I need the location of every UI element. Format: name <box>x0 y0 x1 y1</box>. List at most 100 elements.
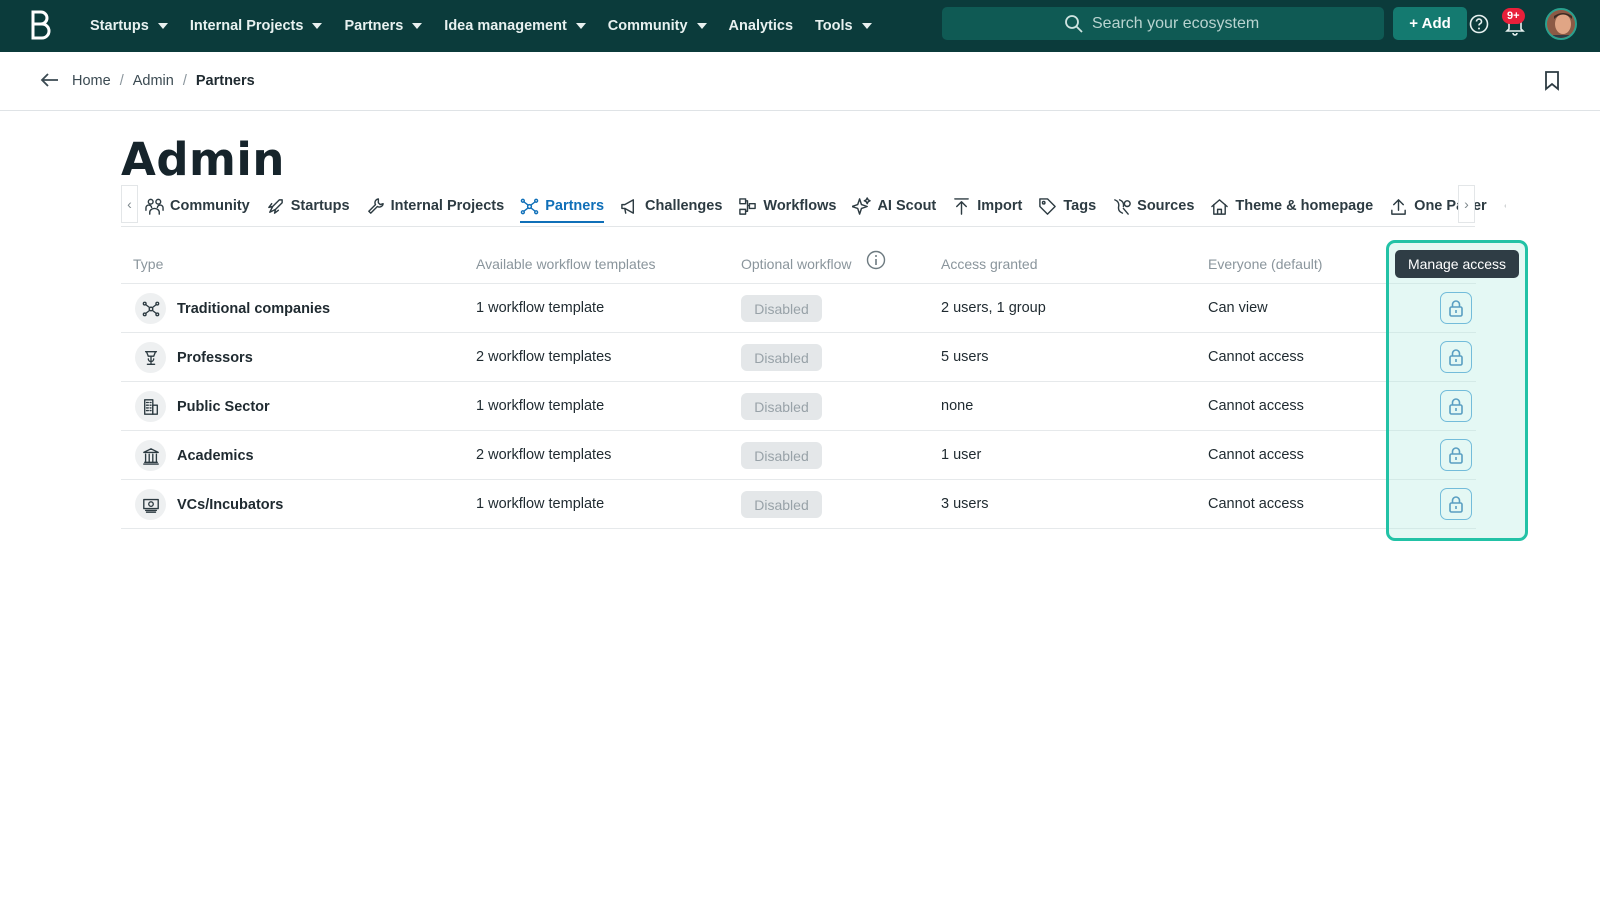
access-granted-cell: 3 users <box>941 496 989 512</box>
type-icon-wrap <box>135 489 166 520</box>
nav-item-label: Idea management <box>444 18 567 34</box>
tab-challenges[interactable]: Challenges <box>620 185 722 227</box>
tab-tags[interactable]: Tags <box>1038 185 1096 227</box>
workflow-icon <box>739 197 757 215</box>
breadcrumb-home[interactable]: Home <box>72 73 111 89</box>
main-nav: Startups Internal Projects Partners Idea ma… <box>90 0 894 52</box>
tab-label: Workflows <box>763 198 837 214</box>
import-icon <box>954 197 970 215</box>
tab-theme-homepage[interactable]: Theme & homepage <box>1210 185 1373 227</box>
info-icon[interactable] <box>866 250 886 270</box>
tab-import[interactable]: Import <box>952 185 1022 227</box>
optional-workflow-pill: Disabled <box>741 442 822 469</box>
tab-startups[interactable]: Startups <box>266 185 350 227</box>
templates-cell: 1 workflow template <box>476 398 605 414</box>
breadcrumb-separator: / <box>182 73 187 89</box>
type-name[interactable]: Public Sector <box>177 399 270 415</box>
page-title: Admin <box>121 133 285 186</box>
top-navigation-bar: Startups Internal Projects Partners Idea ma… <box>0 0 1600 52</box>
sources-icon <box>1114 198 1131 215</box>
nav-item-partners[interactable]: Partners <box>344 18 423 34</box>
tab-ai-scout[interactable]: AI Scout <box>852 185 936 227</box>
breadcrumb-bar: Home / Admin / Partners <box>0 52 1600 111</box>
caret-down-icon <box>312 23 323 29</box>
tab-sources[interactable]: Sources <box>1112 185 1194 227</box>
lectern-icon <box>144 350 157 365</box>
type-name[interactable]: Professors <box>177 350 253 366</box>
breadcrumb-current: Partners <box>195 73 255 89</box>
breadcrumb-admin[interactable]: Admin <box>133 73 174 89</box>
app-logo-icon[interactable] <box>28 9 52 41</box>
tab-partners[interactable]: Partners <box>520 185 604 227</box>
optional-workflow-pill: Disabled <box>741 344 822 371</box>
nav-item-label: Partners <box>344 18 404 34</box>
header-templates: Available workflow templates <box>476 256 656 272</box>
tab-workflows[interactable]: Workflows <box>738 185 836 227</box>
partial-tab-icon <box>1504 204 1506 208</box>
type-icon-wrap <box>135 440 166 471</box>
nav-item-tools[interactable]: Tools <box>815 18 872 34</box>
caret-down-icon <box>696 23 707 29</box>
wrench-icon <box>367 197 384 214</box>
caret-down-icon <box>861 23 872 29</box>
type-icon-wrap <box>135 342 166 373</box>
everyone-default-cell: Can view <box>1208 300 1268 316</box>
user-avatar[interactable] <box>1545 8 1577 40</box>
tab-internal-projects[interactable]: Internal Projects <box>366 185 504 227</box>
tab-community[interactable]: Community <box>145 185 250 227</box>
nav-item-label: Tools <box>815 18 853 34</box>
type-name[interactable]: Traditional companies <box>177 301 330 317</box>
tab-overflow-partial[interactable] <box>1503 185 1513 227</box>
tab-scroll-right-button[interactable]: › <box>1458 185 1475 223</box>
tab-label: Theme & homepage <box>1235 198 1374 214</box>
nav-item-label: Analytics <box>728 18 794 34</box>
tab-scroll-left-button[interactable]: ‹ <box>121 185 138 223</box>
optional-workflow-pill: Disabled <box>741 491 822 518</box>
access-granted-cell: 5 users <box>941 349 989 365</box>
type-cell: Professors <box>135 342 253 373</box>
optional-workflow-pill: Disabled <box>741 295 822 322</box>
building-icon <box>143 398 158 415</box>
header-optional-workflow: Optional workflow <box>741 256 852 272</box>
header-type: Type <box>133 256 164 272</box>
nav-item-idea-management[interactable]: Idea management <box>444 18 586 34</box>
bookmark-icon[interactable] <box>1544 71 1560 91</box>
search-icon <box>1065 15 1083 33</box>
table-row[interactable]: VCs/Incubators 1 workflow template Disable… <box>121 480 1476 529</box>
search-input[interactable] <box>1092 14 1372 33</box>
type-icon-wrap <box>135 293 166 324</box>
upload-icon <box>1391 198 1407 215</box>
type-name[interactable]: Academics <box>177 448 254 464</box>
type-name[interactable]: VCs/Incubators <box>177 497 283 513</box>
table-body: Traditional companies 1 workflow template… <box>121 284 1476 529</box>
add-button[interactable]: + Add <box>1393 7 1467 40</box>
table-row[interactable]: Traditional companies 1 workflow template… <box>121 284 1476 333</box>
tab-label: Community <box>170 198 250 214</box>
chevron-right-icon: › <box>1464 196 1469 212</box>
admin-tab-strip: ‹ Community Startups Internal Projects Part… <box>121 185 1506 227</box>
tag-icon <box>1039 197 1057 215</box>
breadcrumb: Home / Admin / Partners <box>72 73 255 89</box>
nav-item-label: Internal Projects <box>189 18 304 34</box>
manage-access-tooltip: Manage access <box>1395 250 1519 278</box>
access-granted-cell: 1 user <box>941 447 982 463</box>
table-row[interactable]: Public Sector 1 workflow template Disabled… <box>121 382 1476 431</box>
optional-workflow-pill: Disabled <box>741 393 822 420</box>
home-icon <box>1211 198 1229 215</box>
back-arrow-icon[interactable] <box>40 72 60 88</box>
type-cell: Traditional companies <box>135 293 330 324</box>
templates-cell: 1 workflow template <box>476 496 605 512</box>
everyone-default-cell: Cannot access <box>1208 447 1304 463</box>
tab-label: Challenges <box>645 198 723 214</box>
nav-item-community[interactable]: Community <box>608 18 707 34</box>
table-row[interactable]: Academics 2 workflow templates Disabled 1 u… <box>121 431 1476 480</box>
nav-item-internal-projects[interactable]: Internal Projects <box>190 18 323 34</box>
search-box[interactable] <box>942 7 1384 40</box>
help-icon[interactable] <box>1469 14 1489 34</box>
tab-label: Partners <box>545 198 605 214</box>
manage-access-highlight <box>1386 240 1528 541</box>
table-row[interactable]: Professors 2 workflow templates Disabled 5 … <box>121 333 1476 382</box>
nav-item-analytics[interactable]: Analytics <box>729 18 793 34</box>
nav-item-startups[interactable]: Startups <box>90 18 168 34</box>
network-icon <box>520 198 539 214</box>
